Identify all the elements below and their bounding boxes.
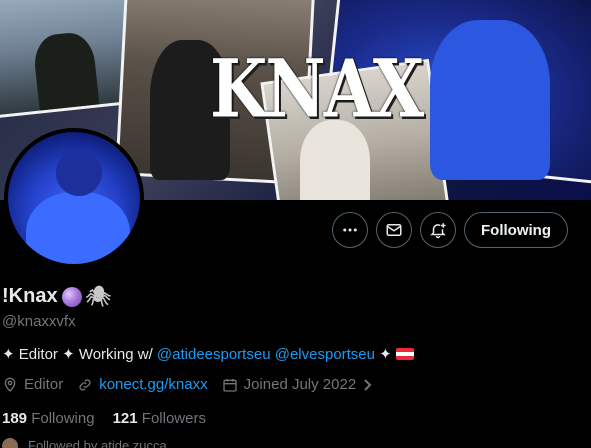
profile-avatar[interactable]: [4, 128, 144, 268]
crystal-ball-icon: [61, 286, 82, 307]
banner-figure: [430, 20, 550, 180]
bell-plus-icon: [429, 221, 447, 239]
location-item: Editor: [2, 376, 63, 393]
message-button[interactable]: [376, 212, 412, 248]
following-button[interactable]: Following: [464, 212, 568, 248]
profile-bio: ✦ Editor ✦ Working w/ @atideesportseu @e…: [2, 345, 414, 363]
following-stat[interactable]: 189 Following: [2, 410, 95, 427]
banner-logo-text: KNAX: [210, 42, 424, 136]
notify-button[interactable]: [420, 212, 456, 248]
mail-icon: [385, 221, 403, 239]
bio-text: ✦: [375, 346, 396, 363]
spider-icon: 🕷: [85, 286, 111, 308]
location-text: Editor: [24, 376, 64, 393]
followed-by-row[interactable]: Followed by atide.zucca..: [2, 438, 174, 448]
follower-avatar: [2, 438, 18, 448]
display-name-row: !Knax 🕷: [2, 284, 111, 309]
link-item[interactable]: konect.gg/knaxx: [77, 376, 208, 393]
following-count: 189: [2, 410, 28, 427]
profile-link[interactable]: konect.gg/knaxx: [99, 376, 207, 393]
following-label: Following: [31, 410, 95, 427]
location-pin-icon: [2, 377, 18, 393]
link-icon: [77, 377, 93, 393]
chevron-right-icon: [362, 378, 374, 392]
bio-text: ✦ Editor ✦ Working w/: [2, 346, 157, 363]
profile-meta: Editor konect.gg/knaxx Joined July 2022: [2, 376, 374, 393]
calendar-icon: [222, 377, 238, 393]
followers-stat[interactable]: 121 Followers: [113, 410, 206, 427]
display-name: !Knax: [2, 285, 58, 307]
joined-item[interactable]: Joined July 2022: [222, 376, 375, 393]
followed-by-text: Followed by atide.zucca..: [28, 438, 174, 448]
austria-flag-icon: [395, 348, 414, 360]
follow-stats: 189 Following 121 Followers: [2, 410, 206, 427]
more-button[interactable]: [332, 212, 368, 248]
mention-link[interactable]: @atideesportseu: [157, 346, 271, 363]
followers-label: Followers: [141, 410, 206, 427]
mention-link[interactable]: @elvesportseu: [275, 346, 375, 363]
more-icon: [341, 221, 359, 239]
user-handle: @knaxxvfx: [2, 313, 76, 330]
joined-text: Joined July 2022: [243, 376, 357, 393]
followers-count: 121: [112, 410, 138, 427]
